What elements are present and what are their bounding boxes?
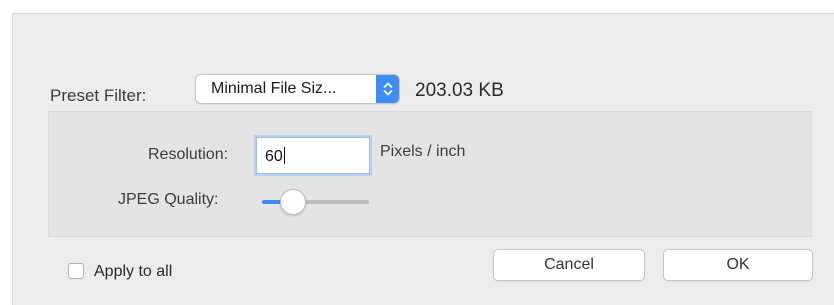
file-size-readout: 203.03 KB	[415, 80, 504, 101]
apply-to-all-checkbox[interactable]	[68, 263, 84, 279]
text-caret	[283, 147, 285, 164]
jpeg-quality-slider-track[interactable]	[262, 200, 369, 204]
resolution-unit-label: Pixels / inch	[380, 143, 466, 160]
resolution-value: 60	[265, 148, 283, 165]
preset-filter-popup[interactable]: Minimal File Siz...	[195, 74, 400, 104]
jpeg-quality-slider-knob[interactable]	[279, 189, 306, 215]
apply-to-all-label[interactable]: Apply to all	[94, 263, 172, 281]
save-dialog: Preset Filter: Minimal File Siz... 203.0…	[12, 13, 834, 305]
settings-panel	[48, 111, 812, 237]
resolution-label: Resolution:	[148, 146, 229, 163]
jpeg-quality-label: JPEG Quality:	[118, 191, 219, 208]
ok-button[interactable]: OK	[663, 249, 813, 281]
preset-filter-label: Preset Filter:	[50, 86, 147, 105]
chevron-glyph	[383, 82, 392, 96]
resolution-input[interactable]: 60	[256, 137, 370, 174]
preset-filter-value: Minimal File Siz...	[211, 80, 337, 97]
up-down-chevron-icon	[376, 75, 399, 103]
cancel-button[interactable]: Cancel	[493, 249, 645, 281]
